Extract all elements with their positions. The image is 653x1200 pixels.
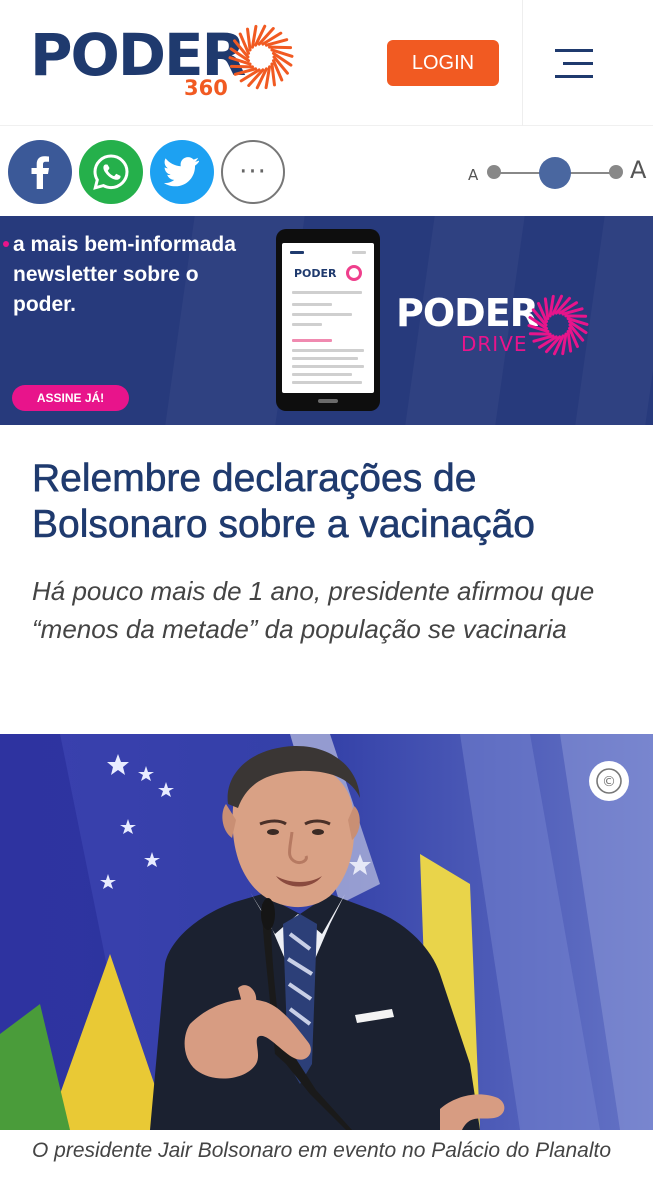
hamburger-menu-icon[interactable] — [553, 46, 595, 82]
phone-mockup-image: PODER — [276, 229, 380, 411]
phone-home-bar — [318, 399, 338, 403]
drive-subword: DRIVE — [461, 332, 528, 356]
svg-text:©: © — [602, 774, 616, 790]
copyright-icon[interactable]: © — [589, 761, 629, 801]
logo-number: 360 — [184, 76, 228, 100]
font-size-increase-label[interactable]: A — [630, 156, 646, 184]
pink-sun-logo-icon — [527, 294, 589, 356]
poder-drive-wordmark: PODER — [396, 291, 539, 335]
facebook-share-button[interactable] — [8, 140, 72, 204]
twitter-icon — [164, 157, 199, 187]
font-size-step-small[interactable] — [487, 165, 501, 179]
share-toolbar: ··· A A — [0, 126, 653, 216]
sun-ray — [270, 62, 276, 87]
photo-illustration — [0, 734, 653, 1130]
whatsapp-icon — [93, 154, 129, 190]
more-share-button[interactable]: ··· — [221, 140, 285, 204]
article-headline: Relembre declarações de Bolsonaro sobre … — [32, 457, 536, 547]
phone-mini-logo: PODER — [294, 267, 337, 280]
article-photo[interactable] — [0, 734, 653, 1130]
article-subheadline: Há pouco mais de 1 ano, presidente afirm… — [32, 576, 595, 644]
facebook-icon — [31, 156, 49, 189]
sun-ray — [566, 329, 573, 353]
font-size-slider-knob[interactable] — [539, 157, 571, 189]
font-size-decrease-label[interactable]: A — [468, 166, 478, 184]
photo-caption: O presidente Jair Bolsonaro em evento no… — [32, 1139, 612, 1162]
sun-logo-icon — [228, 24, 294, 90]
font-size-step-large[interactable] — [609, 165, 623, 179]
twitter-share-button[interactable] — [150, 140, 214, 204]
sun-ray — [543, 297, 550, 321]
newsletter-banner-ad[interactable]: a mais bem-informada newsletter sobre o … — [0, 216, 653, 425]
banner-bullet — [3, 241, 9, 247]
login-button[interactable]: LOGIN — [387, 40, 499, 86]
sun-ray — [246, 27, 252, 52]
site-header: PODER 360 LOGIN — [0, 0, 653, 126]
whatsapp-share-button[interactable] — [79, 140, 143, 204]
subscribe-button[interactable]: ASSINE JÁ! — [12, 385, 129, 411]
banner-headline: a mais bem-informada newsletter sobre o … — [13, 233, 236, 316]
phone-screen: PODER — [282, 243, 374, 393]
mini-sun-icon — [346, 265, 362, 281]
header-divider — [522, 0, 523, 126]
poder360-logo[interactable]: PODER 360 — [30, 24, 300, 104]
